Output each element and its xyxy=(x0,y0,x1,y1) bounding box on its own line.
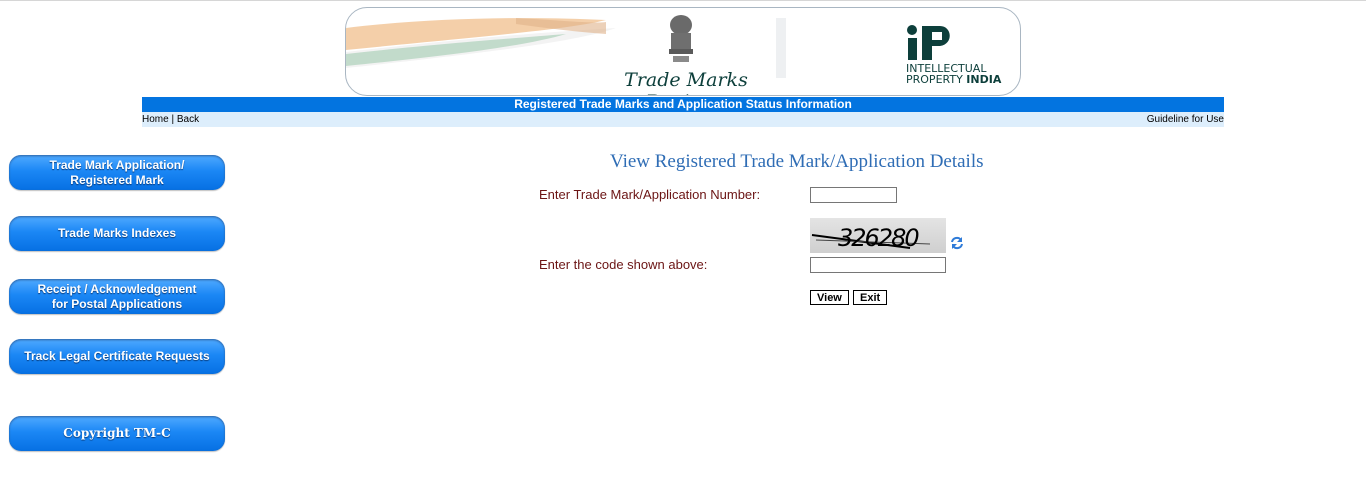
status-info-strip: Registered Trade Marks and Application S… xyxy=(142,97,1224,112)
ip-line2a: PROPERTY xyxy=(906,73,967,86)
national-emblem-icon xyxy=(669,15,693,62)
subnav-bar: Home | Back Guideline for Use xyxy=(142,112,1224,127)
sidebar-item-copyright-tm-c[interactable]: Copyright TM-C xyxy=(9,416,225,451)
ip-line2b: INDIA xyxy=(966,73,1002,86)
captcha-text: 326280 xyxy=(838,224,920,252)
sidebar-item-trade-mark-application[interactable]: Trade Mark Application/ Registered Mark xyxy=(9,155,225,190)
sidebar-item-trade-marks-indexes[interactable]: Trade Marks Indexes xyxy=(9,216,225,251)
ip-line2: PROPERTY INDIA xyxy=(906,74,1016,85)
application-number-label: Enter Trade Mark/Application Number: xyxy=(539,187,761,202)
back-link[interactable]: Back xyxy=(177,114,199,125)
form-title: View Registered Trade Mark/Application D… xyxy=(610,151,984,172)
ip-india-text: INTELLECTUAL PROPERTY INDIA xyxy=(906,63,1016,85)
banner-title: Trade Marks Registry xyxy=(624,69,748,95)
view-button[interactable]: View xyxy=(810,290,849,305)
home-link[interactable]: Home xyxy=(142,114,169,125)
captcha-code-input[interactable] xyxy=(810,257,946,273)
header-banner: Trade Marks Registry INTELLECTUAL PROPER… xyxy=(345,7,1021,96)
refresh-captcha-icon[interactable] xyxy=(950,236,964,250)
subnav-separator: | xyxy=(168,114,177,125)
application-number-input[interactable] xyxy=(810,187,897,203)
subnav-left: Home | Back xyxy=(142,112,199,127)
top-border xyxy=(0,0,1366,1)
exit-button[interactable]: Exit xyxy=(853,290,888,305)
sidebar-item-receipt-acknowledgement[interactable]: Receipt / Acknowledgement for Postal App… xyxy=(9,279,225,314)
captcha-image: 326280 xyxy=(810,218,946,253)
captcha-code-label: Enter the code shown above: xyxy=(539,257,708,272)
ip-india-logo-icon xyxy=(907,25,950,60)
sidebar-item-track-legal-certificate[interactable]: Track Legal Certificate Requests xyxy=(9,339,225,374)
guideline-link[interactable]: Guideline for Use xyxy=(1147,112,1224,127)
